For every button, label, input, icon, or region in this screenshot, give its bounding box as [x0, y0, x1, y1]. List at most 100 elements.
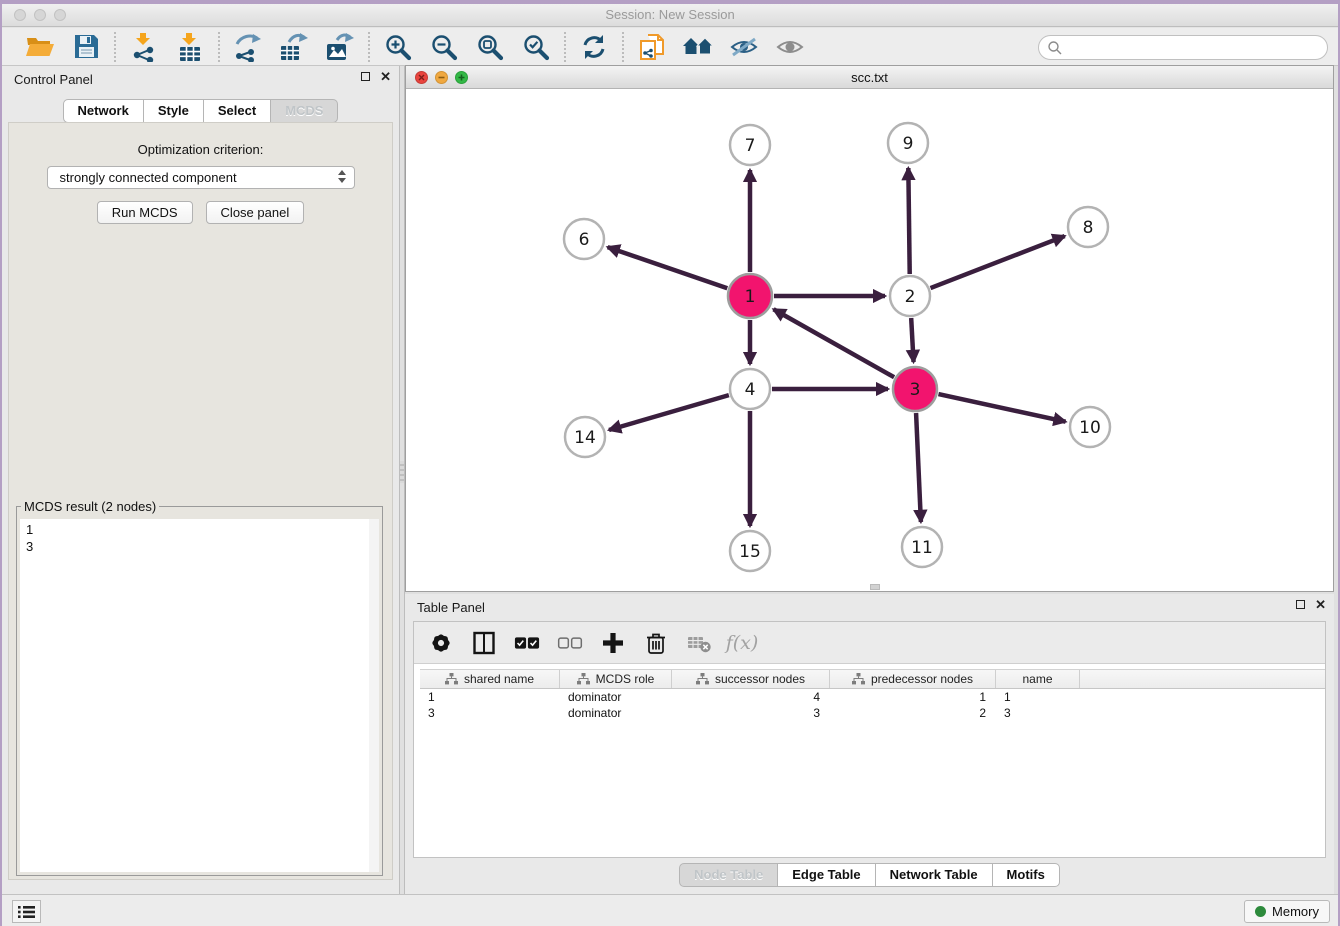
houses-icon[interactable] — [682, 31, 714, 63]
tree-attribute-icon — [577, 673, 590, 685]
node-label-8: 8 — [1083, 218, 1094, 238]
close-panel-button[interactable]: Close panel — [206, 201, 305, 224]
node-label-11: 11 — [911, 538, 933, 558]
splitter-grip[interactable] — [400, 461, 404, 483]
tab-node-table[interactable]: Node Table — [679, 863, 778, 887]
table-toolbar: f(x) — [414, 622, 1325, 664]
float-table-panel-icon[interactable] — [1296, 600, 1305, 609]
edge-3-1[interactable] — [774, 309, 895, 377]
add-column-icon[interactable] — [600, 630, 626, 656]
tab-network[interactable]: Network — [63, 99, 144, 123]
show-all-eye-icon[interactable] — [774, 31, 806, 63]
close-panel-icon[interactable]: ✕ — [380, 71, 391, 82]
criterion-value: strongly connected component — [60, 170, 237, 185]
task-history-button[interactable] — [12, 900, 41, 923]
select-stepper-icon — [338, 170, 348, 183]
function-builder-icon-disabled: f(x) — [729, 630, 755, 656]
split-columns-icon[interactable] — [471, 630, 497, 656]
node-label-15: 15 — [739, 542, 761, 562]
run-mcds-button[interactable]: Run MCDS — [97, 201, 193, 224]
float-panel-icon[interactable] — [361, 72, 370, 81]
optimization-criterion-label: Optimization criterion: — [9, 142, 392, 157]
refresh-layout-icon[interactable] — [578, 31, 610, 63]
column-header-shared-name[interactable]: shared name — [420, 670, 560, 688]
result-scrollbar[interactable] — [369, 519, 379, 872]
table-panel-header: Table Panel ✕ — [405, 594, 1334, 620]
main-toolbar — [2, 28, 1338, 66]
control-panel-title: Control Panel — [14, 72, 93, 87]
network-window: scc.txt 1234678910111415 — [405, 65, 1334, 592]
tab-motifs[interactable]: Motifs — [993, 863, 1060, 887]
search-field[interactable] — [1038, 35, 1328, 60]
mcds-result-box: MCDS result (2 nodes) 1 3 — [16, 499, 383, 876]
edge-2-9[interactable] — [908, 168, 909, 274]
edge-4-14[interactable] — [609, 395, 729, 430]
import-network-icon[interactable] — [128, 31, 160, 63]
node-label-7: 7 — [745, 136, 756, 156]
clone-network-icon[interactable] — [636, 31, 668, 63]
deselect-all-columns-icon[interactable] — [557, 630, 583, 656]
criterion-select[interactable]: strongly connected component — [47, 166, 355, 189]
mcds-result-title: MCDS result (2 nodes) — [21, 499, 159, 514]
export-table-icon[interactable] — [278, 31, 310, 63]
node-label-14: 14 — [574, 428, 596, 448]
open-session-icon[interactable] — [24, 31, 56, 63]
node-label-2: 2 — [905, 287, 916, 307]
tab-select[interactable]: Select — [204, 99, 271, 123]
title-bar: Session: New Session — [2, 4, 1338, 27]
zoom-fit-icon[interactable] — [474, 31, 506, 63]
table-panel: Table Panel ✕ — [405, 594, 1334, 894]
memory-status-icon — [1255, 906, 1266, 917]
column-header-name[interactable]: name — [996, 670, 1080, 688]
tab-edge-table[interactable]: Edge Table — [778, 863, 875, 887]
node-label-4: 4 — [745, 380, 756, 400]
table-row[interactable]: 1 dominator 4 1 1 — [420, 689, 1325, 705]
tree-attribute-icon — [852, 673, 865, 685]
column-header-predecessor-nodes[interactable]: predecessor nodes — [830, 670, 996, 688]
table-panel-tabs: Node Table Edge Table Network Table Moti… — [405, 863, 1334, 887]
tree-attribute-icon — [445, 673, 458, 685]
export-network-icon[interactable] — [232, 31, 264, 63]
import-table-icon[interactable] — [174, 31, 206, 63]
select-all-columns-icon[interactable] — [514, 630, 540, 656]
control-panel-header: Control Panel ✕ — [2, 66, 399, 92]
node-label-10: 10 — [1079, 418, 1101, 438]
control-panel-tabs: Network Style Select MCDS — [2, 99, 399, 123]
tab-network-table[interactable]: Network Table — [876, 863, 993, 887]
edge-2-3[interactable] — [911, 318, 913, 362]
table-panel-title: Table Panel — [417, 600, 485, 615]
mcds-result-text[interactable]: 1 3 — [20, 519, 379, 872]
status-bar: Memory — [2, 894, 1338, 926]
network-canvas[interactable]: 1234678910111415 — [406, 89, 1333, 591]
zoom-out-icon[interactable] — [428, 31, 460, 63]
tab-style[interactable]: Style — [144, 99, 204, 123]
table-row[interactable]: 3 dominator 3 2 3 — [420, 705, 1325, 721]
zoom-selected-icon[interactable] — [520, 31, 552, 63]
export-image-icon[interactable] — [324, 31, 356, 63]
hide-selected-eye-slash-icon[interactable] — [728, 31, 760, 63]
zoom-in-icon[interactable] — [382, 31, 414, 63]
edge-2-8[interactable] — [931, 236, 1065, 288]
edge-3-10[interactable] — [938, 394, 1065, 422]
memory-label: Memory — [1272, 904, 1319, 919]
edge-1-6[interactable] — [608, 247, 728, 288]
memory-button[interactable]: Memory — [1244, 900, 1330, 923]
mcds-panel: Optimization criterion: strongly connect… — [8, 122, 393, 880]
canvas-scroll-grip[interactable] — [870, 584, 880, 590]
tab-mcds[interactable]: MCDS — [271, 99, 338, 123]
column-header-mcds-role[interactable]: MCDS role — [560, 670, 672, 688]
delete-column-trash-icon[interactable] — [643, 630, 669, 656]
network-title: scc.txt — [406, 70, 1333, 85]
column-header-successor-nodes[interactable]: successor nodes — [672, 670, 830, 688]
session-title: Session: New Session — [2, 7, 1338, 22]
node-table-container: f(x) shared name MCDS role successor — [413, 621, 1326, 858]
node-table: shared name MCDS role successor nodes pr… — [414, 669, 1325, 721]
save-session-icon[interactable] — [70, 31, 102, 63]
table-settings-gear-icon[interactable] — [428, 630, 454, 656]
search-input[interactable] — [1063, 38, 1327, 58]
network-window-titlebar[interactable]: scc.txt — [406, 66, 1333, 89]
edge-3-11[interactable] — [916, 413, 921, 522]
close-table-panel-icon[interactable]: ✕ — [1315, 599, 1326, 610]
app-window: Session: New Session — [2, 4, 1338, 926]
network-graph[interactable]: 1234678910111415 — [406, 89, 1333, 591]
